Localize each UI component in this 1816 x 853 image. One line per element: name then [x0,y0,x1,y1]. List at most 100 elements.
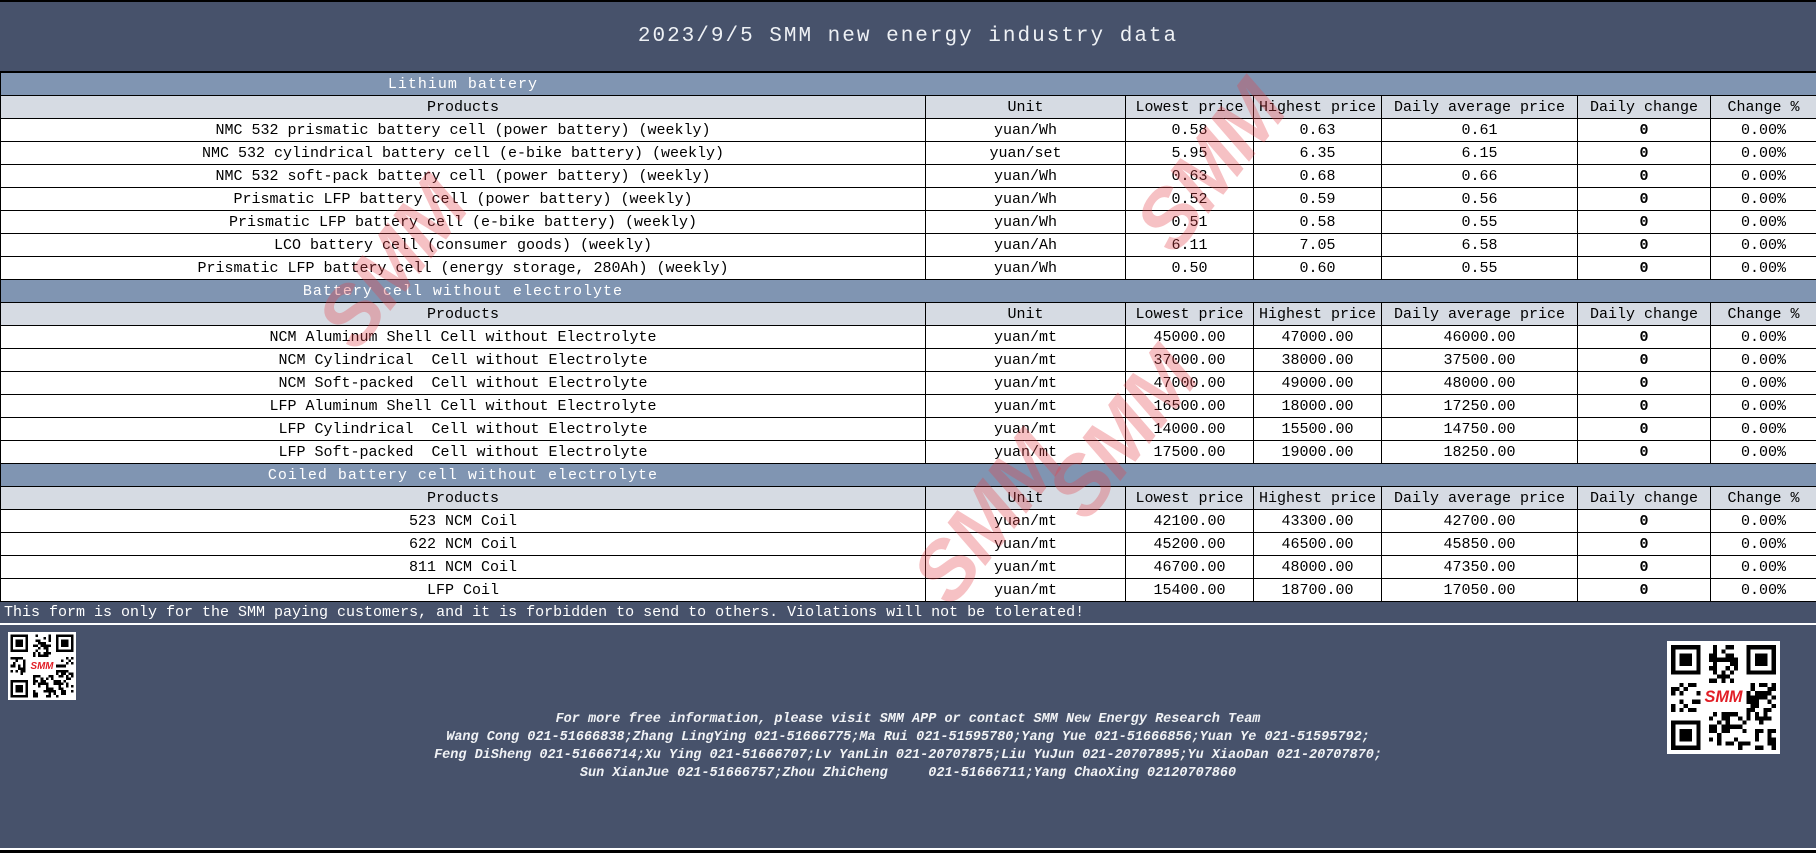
daily-change-cell: 0 [1578,533,1711,556]
column-header-highest-price: Highest price [1254,96,1382,119]
table-row: LCO battery cell (consumer goods) (weekl… [1,234,1816,257]
column-header-unit: Unit [926,303,1126,326]
table-row: LFP Coilyuan/mt15400.0018700.0017050.000… [1,579,1816,602]
table-row: NCM Cylindrical Cell without Electrolyte… [1,349,1816,372]
change-pct-cell: 0.00% [1711,533,1816,556]
column-header-highest-price: Highest price [1254,303,1382,326]
daily-average-price-cell: 17250.00 [1382,395,1578,418]
lowest-price-cell: 0.63 [1126,165,1254,188]
daily-average-price-cell: 47350.00 [1382,556,1578,579]
daily-change-cell: 0 [1578,211,1711,234]
product-name-cell: 523 NCM Coil [1,510,926,533]
column-header-row: ProductsUnitLowest priceHighest priceDai… [1,487,1816,510]
daily-average-price-cell: 18250.00 [1382,441,1578,464]
change-pct-cell: 0.00% [1711,119,1816,142]
product-name-cell: Prismatic LFP battery cell (energy stora… [1,257,926,280]
daily-change-cell: 0 [1578,165,1711,188]
daily-average-price-cell: 45850.00 [1382,533,1578,556]
change-pct-cell: 0.00% [1711,211,1816,234]
table-row: 523 NCM Coilyuan/mt42100.0043300.0042700… [1,510,1816,533]
section-title: Coiled battery cell without electrolyte [1,467,925,484]
change-pct-cell: 0.00% [1711,234,1816,257]
product-name-cell: LCO battery cell (consumer goods) (weekl… [1,234,926,257]
daily-change-cell: 0 [1578,188,1711,211]
column-header-daily-average-price: Daily average price [1382,303,1578,326]
footer: SMM SMM For more free information, pleas… [0,625,1816,845]
qr-smm-logo: SMM [1704,688,1742,706]
product-name-cell: NCM Soft-packed Cell without Electrolyte [1,372,926,395]
qr-code-left: SMM [8,632,76,700]
daily-change-cell: 0 [1578,142,1711,165]
unit-cell: yuan/mt [926,418,1126,441]
table-row: NMC 532 cylindrical battery cell (e-bike… [1,142,1816,165]
change-pct-cell: 0.00% [1711,395,1816,418]
daily-average-price-cell: 0.56 [1382,188,1578,211]
product-name-cell: NCM Cylindrical Cell without Electrolyte [1,349,926,372]
column-header-daily-change: Daily change [1578,96,1711,119]
table-row: Prismatic LFP battery cell (power batter… [1,188,1816,211]
daily-change-cell: 0 [1578,119,1711,142]
section-title: Lithium battery [1,76,925,93]
daily-change-cell: 0 [1578,395,1711,418]
daily-change-cell: 0 [1578,441,1711,464]
table-row: 622 NCM Coilyuan/mt45200.0046500.0045850… [1,533,1816,556]
unit-cell: yuan/mt [926,579,1126,602]
daily-change-cell: 0 [1578,372,1711,395]
daily-change-cell: 0 [1578,556,1711,579]
table-row: LFP Cylindrical Cell without Electrolyte… [1,418,1816,441]
price-table: Lithium batteryProductsUnitLowest priceH… [0,72,1816,602]
unit-cell: yuan/set [926,142,1126,165]
section-header-battery-cell-without-electrolyte: Battery cell without electrolyte [1,280,1816,303]
unit-cell: yuan/Wh [926,119,1126,142]
product-name-cell: NCM Aluminum Shell Cell without Electrol… [1,326,926,349]
column-header-daily-change: Daily change [1578,487,1711,510]
unit-cell: yuan/mt [926,441,1126,464]
daily-average-price-cell: 37500.00 [1382,349,1578,372]
contact-line: Sun XianJue 021-51666757;Zhou ZhiCheng 0… [0,765,1816,783]
lowest-price-cell: 15400.00 [1126,579,1254,602]
report-page: 2023/9/5 SMM new energy industry data Li… [0,0,1816,853]
unit-cell: yuan/mt [926,326,1126,349]
unit-cell: yuan/mt [926,556,1126,579]
lowest-price-cell: 47000.00 [1126,372,1254,395]
column-header-daily-change: Daily change [1578,303,1711,326]
column-header-change: Change % [1711,487,1816,510]
unit-cell: yuan/mt [926,395,1126,418]
lowest-price-cell: 0.50 [1126,257,1254,280]
table-row: NMC 532 soft-pack battery cell (power ba… [1,165,1816,188]
section-row: Battery cell without electrolyte [1,280,1816,303]
column-header-row: ProductsUnitLowest priceHighest priceDai… [1,303,1816,326]
column-header-lowest-price: Lowest price [1126,96,1254,119]
lowest-price-cell: 45000.00 [1126,326,1254,349]
daily-average-price-cell: 0.61 [1382,119,1578,142]
unit-cell: yuan/mt [926,510,1126,533]
column-header-products: Products [1,303,926,326]
lowest-price-cell: 46700.00 [1126,556,1254,579]
contact-line: Feng DiSheng 021-51666714;Xu Ying 021-51… [0,747,1816,765]
qr-image: SMM [8,632,76,700]
product-name-cell: LFP Aluminum Shell Cell without Electrol… [1,395,926,418]
contact-line: Wang Cong 021-51666838;Zhang LingYing 02… [0,729,1816,747]
change-pct-cell: 0.00% [1711,441,1816,464]
lowest-price-cell: 16500.00 [1126,395,1254,418]
change-pct-cell: 0.00% [1711,326,1816,349]
highest-price-cell: 0.60 [1254,257,1382,280]
column-header-unit: Unit [926,487,1126,510]
table-row: LFP Soft-packed Cell without Electrolyte… [1,441,1816,464]
change-pct-cell: 0.00% [1711,165,1816,188]
contact-info: For more free information, please visit … [0,711,1816,783]
daily-average-price-cell: 46000.00 [1382,326,1578,349]
change-pct-cell: 0.00% [1711,188,1816,211]
column-header-daily-average-price: Daily average price [1382,487,1578,510]
highest-price-cell: 0.59 [1254,188,1382,211]
highest-price-cell: 48000.00 [1254,556,1382,579]
daily-average-price-cell: 6.58 [1382,234,1578,257]
unit-cell: yuan/mt [926,349,1126,372]
section-title: Battery cell without electrolyte [1,283,925,300]
lowest-price-cell: 37000.00 [1126,349,1254,372]
column-header-unit: Unit [926,96,1126,119]
change-pct-cell: 0.00% [1711,372,1816,395]
daily-change-cell: 0 [1578,257,1711,280]
lowest-price-cell: 0.52 [1126,188,1254,211]
highest-price-cell: 18700.00 [1254,579,1382,602]
